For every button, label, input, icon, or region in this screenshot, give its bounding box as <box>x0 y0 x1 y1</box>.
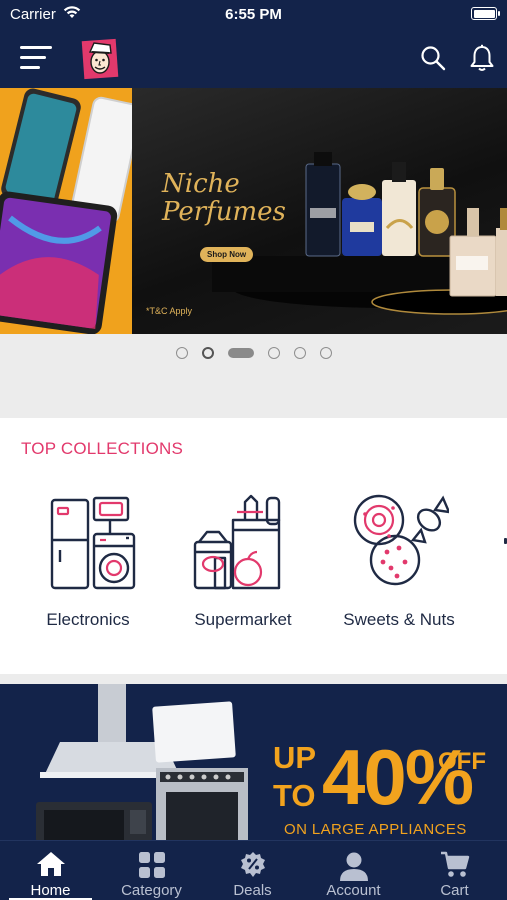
cart-icon <box>441 851 470 877</box>
tab-category[interactable]: Category <box>101 841 202 900</box>
carousel-dot[interactable] <box>319 347 332 359</box>
collection-label: Supermarket <box>194 610 292 629</box>
collection-supermarket[interactable]: Supermarket <box>168 492 318 642</box>
status-bar: Carrier 6:55 PM <box>0 0 507 30</box>
tab-deals[interactable]: Deals <box>202 841 303 900</box>
hamburger-menu-icon[interactable] <box>20 46 52 70</box>
user-icon <box>340 852 368 881</box>
carousel-dot[interactable] <box>293 347 306 359</box>
promo-up-label: UP <box>273 740 317 775</box>
brand-logo-icon[interactable] <box>80 37 120 81</box>
tab-account[interactable]: Account <box>303 841 404 900</box>
banner-title-line1: Niche <box>162 169 240 199</box>
tab-label: Category <box>121 882 182 899</box>
tab-home[interactable]: Home <box>0 841 101 900</box>
banner-title: Niche Perfumes <box>162 170 302 226</box>
collection-label: Electronics <box>46 610 130 629</box>
top-collections-section: TOP COLLECTIONS Electronics Supermarket … <box>0 418 507 674</box>
deals-badge-icon <box>241 852 265 877</box>
tab-cart[interactable]: Cart <box>404 841 505 900</box>
carousel-dot[interactable] <box>267 347 280 359</box>
grid-icon <box>139 852 165 878</box>
large-appliances-promo[interactable]: UP TO 40% OFF ON LARGE APPLIANCES <box>0 684 507 840</box>
tablets-image <box>0 88 132 334</box>
sweets-icon <box>353 494 449 586</box>
collection-label: Sweets & Nuts <box>343 610 455 629</box>
banner-slide-tablets[interactable] <box>0 88 132 334</box>
tab-label: Home <box>30 882 71 899</box>
home-icon <box>37 852 65 876</box>
tab-label: Cart <box>440 882 469 899</box>
section-title: TOP COLLECTIONS <box>21 439 184 458</box>
tab-label: Account <box>326 882 381 899</box>
shop-now-button[interactable]: Shop Now <box>200 247 254 262</box>
carousel-dot[interactable] <box>201 347 214 359</box>
promo-subtitle: ON LARGE APPLIANCES <box>284 821 467 838</box>
carousel-dot-active[interactable] <box>227 348 254 358</box>
collection-sweets-nuts[interactable]: Sweets & Nuts <box>324 492 474 642</box>
promo-banner-carousel[interactable]: Niche Perfumes Shop Now *T&C Apply <box>0 88 507 334</box>
battery-icon <box>471 7 500 20</box>
kitchen-appliances-image <box>36 684 248 840</box>
collection-electronics[interactable]: Electronics <box>13 492 163 642</box>
carousel-indicator-area <box>0 334 507 414</box>
grocery-bag-icon <box>193 494 281 590</box>
banner-slide-perfumes[interactable]: Niche Perfumes Shop Now *T&C Apply <box>132 88 507 334</box>
carousel-dots <box>0 347 507 359</box>
clock: 6:55 PM <box>225 6 282 23</box>
appliances-icon <box>50 496 136 590</box>
bottom-tab-bar: Home Category Deals Account Cart <box>0 840 507 900</box>
promo-to-label: TO <box>273 778 316 813</box>
tab-label: Deals <box>233 882 272 899</box>
promo-off-label: OFF <box>438 748 486 775</box>
banner-title-line2: Perfumes <box>162 197 286 227</box>
carousel-dot[interactable] <box>175 347 188 359</box>
terms-label: *T&C Apply <box>146 306 193 316</box>
search-icon[interactable] <box>420 45 446 71</box>
bell-icon[interactable] <box>469 44 495 72</box>
app-screen: Carrier 6:55 PM Niche Perfumes Shop Now … <box>0 0 507 900</box>
app-header <box>0 30 507 88</box>
